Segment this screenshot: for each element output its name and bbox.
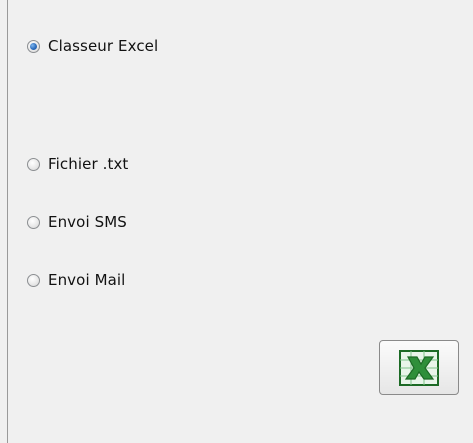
- radio-envoi-sms[interactable]: Envoi SMS: [27, 211, 127, 233]
- radio-label-fichier-txt: Fichier .txt: [48, 155, 129, 173]
- radio-classeur-excel[interactable]: Classeur Excel: [27, 35, 158, 57]
- radio-button-icon[interactable]: [27, 215, 40, 229]
- radio-button-icon[interactable]: [27, 157, 40, 171]
- export-excel-button[interactable]: [379, 340, 459, 395]
- radio-label-envoi-mail: Envoi Mail: [48, 271, 126, 289]
- radio-fichier-txt[interactable]: Fichier .txt: [27, 153, 128, 175]
- radio-label-classeur-excel: Classeur Excel: [48, 37, 159, 55]
- radio-button-icon[interactable]: [27, 273, 40, 287]
- radio-button-checked-icon[interactable]: [27, 39, 40, 53]
- radio-label-envoi-sms: Envoi SMS: [48, 213, 127, 231]
- export-options-panel: Classeur Excel Fichier .txt Envoi SMS En…: [0, 0, 473, 443]
- radio-envoi-mail[interactable]: Envoi Mail: [27, 269, 125, 291]
- panel-left-border: [7, 0, 8, 443]
- excel-icon: [399, 349, 439, 386]
